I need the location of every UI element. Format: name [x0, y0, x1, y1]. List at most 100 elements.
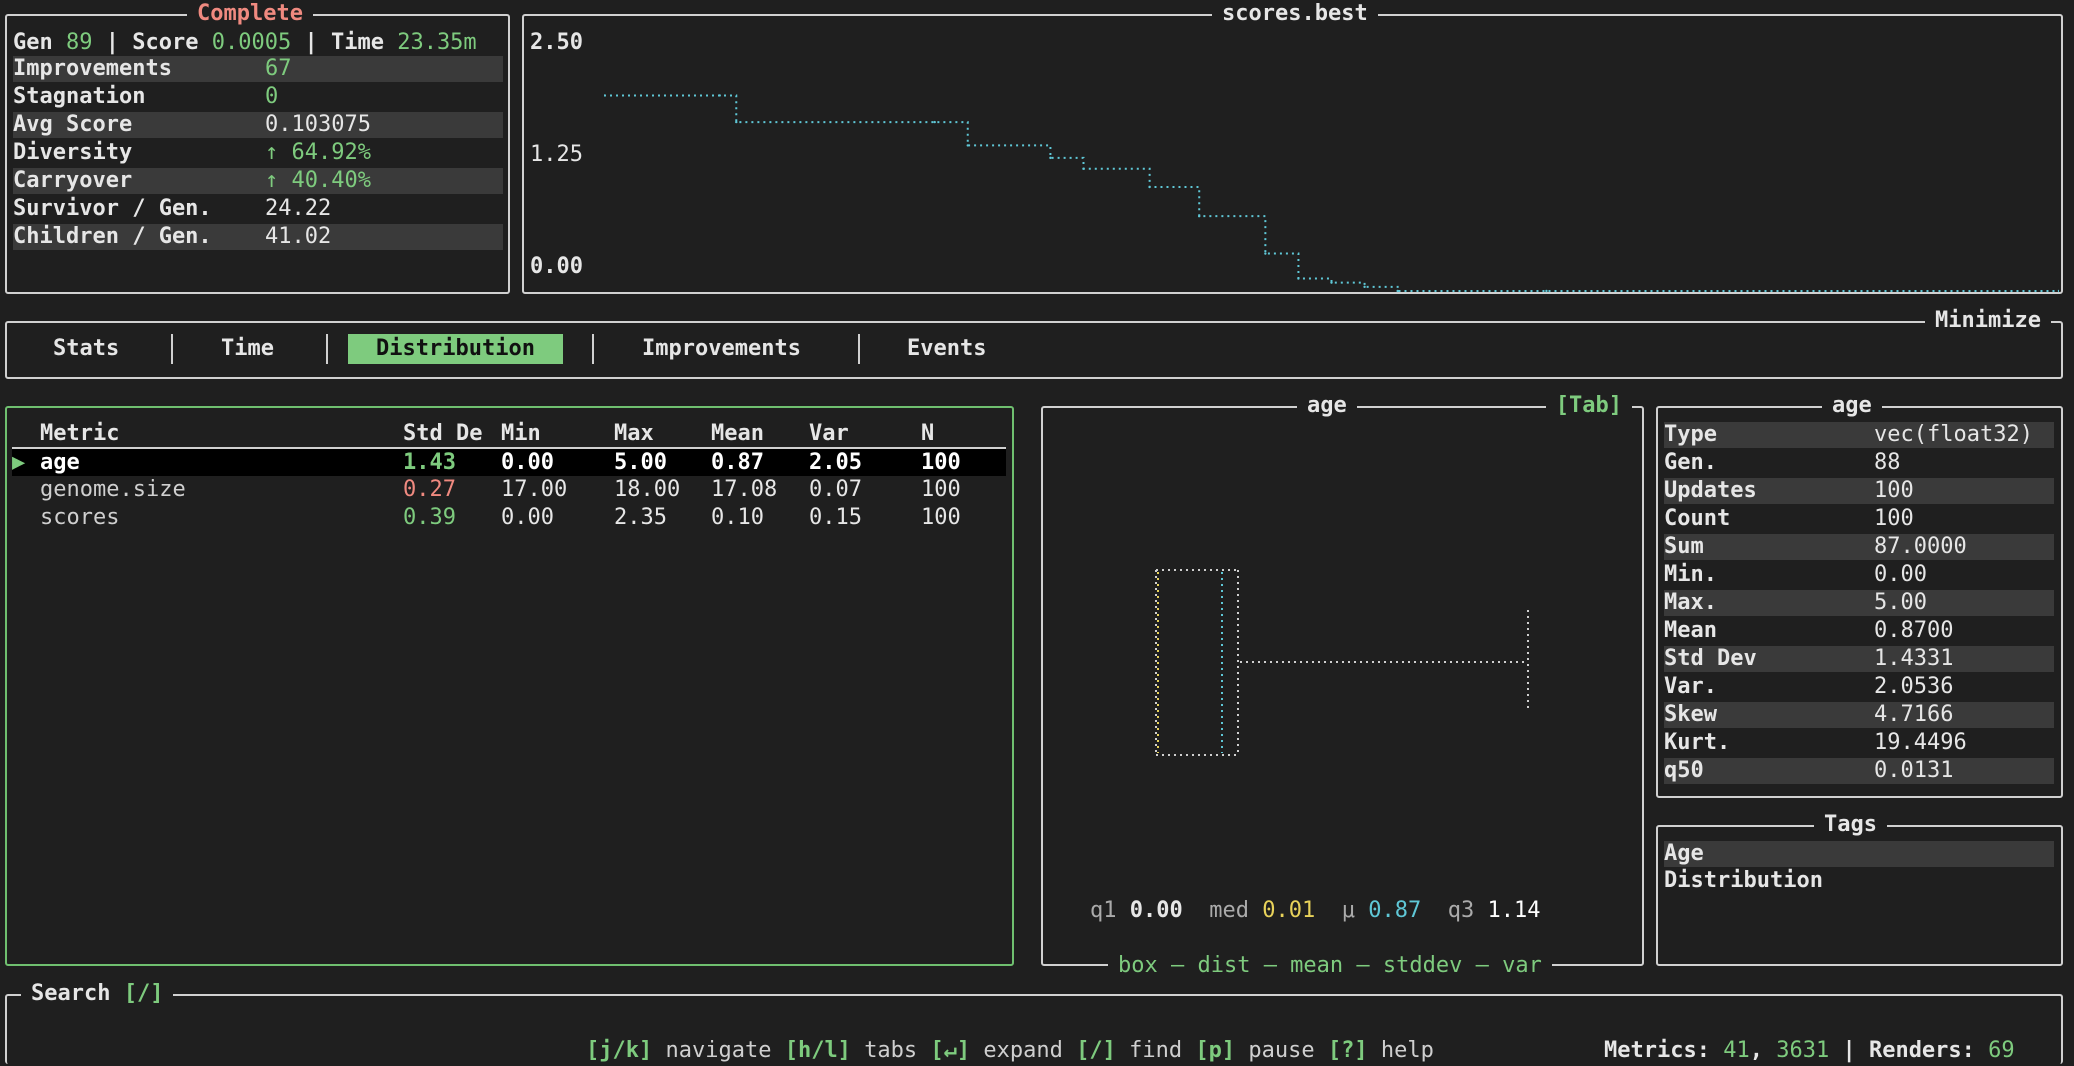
row-scores-name[interactable]: scores: [40, 505, 119, 531]
metrics-count-a: 41: [1723, 1038, 1750, 1063]
row-scores-max: 2.35: [614, 505, 667, 530]
selected-marker-icon: ▶: [12, 450, 26, 475]
key-hint-key: [/]: [1076, 1038, 1116, 1063]
gen-label: Gen: [13, 30, 53, 55]
row-scores-mean: 0.10: [711, 505, 764, 530]
detail-row: Count 100: [1664, 506, 2054, 532]
detail-row: Min. 0.00: [1664, 562, 2054, 588]
y-tick-mid: 1.25: [530, 142, 583, 167]
detail-value: 5.00: [1874, 590, 1927, 615]
detail-value: 1.4331: [1874, 646, 1954, 671]
tag-item[interactable]: Age: [1664, 841, 2054, 867]
data-point: [1545, 289, 1548, 293]
boxplot-title: age: [1297, 393, 1357, 419]
status-row-value: 0: [265, 84, 279, 109]
key-hint-action: help: [1380, 1038, 1434, 1063]
col-stddev[interactable]: Std De: [403, 421, 482, 447]
col-n[interactable]: N: [921, 421, 934, 447]
tag-item[interactable]: Distribution: [1664, 868, 1823, 894]
row-age-name[interactable]: age: [40, 450, 80, 476]
tab-time[interactable]: Time: [221, 334, 274, 364]
detail-label: Kurt.: [1664, 730, 1731, 755]
detail-label: Max.: [1664, 590, 1717, 615]
tab-events[interactable]: Events: [907, 334, 986, 364]
boxplot-mode-list[interactable]: box – dist – mean – stddev – var: [1118, 953, 1542, 978]
metrics-label: Metrics:: [1604, 1038, 1710, 1063]
gen-value: 89: [66, 30, 93, 55]
key-hint-action: find: [1129, 1038, 1183, 1063]
score-value: 0.0005: [211, 30, 292, 55]
tab-hint[interactable]: [Tab]: [1545, 393, 1632, 419]
row-genome-min: 17.00: [501, 477, 568, 502]
detail-row: Gen. 88: [1664, 450, 2054, 476]
detail-value: 0.0131: [1874, 758, 1954, 783]
key-hint-key: [h/l]: [784, 1038, 851, 1063]
key-hints: [j/k] navigate [h/l] tabs [↵] expand [/]…: [580, 1038, 1440, 1064]
boxplot-graphic: [1155, 569, 1529, 756]
col-max[interactable]: Max: [614, 421, 654, 447]
detail-label: Var.: [1664, 674, 1717, 699]
data-point: [1198, 214, 1201, 218]
mu-label: μ: [1341, 898, 1355, 923]
time-label: Time: [330, 30, 384, 55]
detail-label: Gen.: [1664, 450, 1717, 475]
boxplot-modes[interactable]: box – dist – mean – stddev – var: [1108, 953, 1552, 979]
key-hint-key: [p]: [1195, 1038, 1236, 1063]
render-stats: Metrics: 41, 3631 | Renders: 69: [1598, 1038, 2021, 1064]
y-tick-bottom: 0.00: [530, 254, 583, 279]
key-hint-action: pause: [1248, 1038, 1315, 1063]
data-point: [1297, 277, 1300, 280]
row-genome-mean: 17.08: [711, 477, 778, 502]
data-point: [966, 144, 969, 147]
tab-improvements[interactable]: Improvements: [642, 334, 801, 364]
detail-value: 100: [1874, 506, 1914, 531]
col-var[interactable]: Var: [809, 421, 849, 447]
detail-label: Count: [1664, 506, 1731, 531]
detail-value: 0.8700: [1874, 618, 1954, 643]
detail-value: 2.0536: [1874, 674, 1954, 699]
data-point: [2057, 289, 2059, 293]
row-age-max: 5.00: [614, 450, 667, 475]
detail-label: Updates: [1664, 478, 1757, 503]
minimize-button[interactable]: Minimize: [1925, 308, 2051, 334]
key-hint-action: navigate: [665, 1038, 772, 1063]
tab-stats[interactable]: Stats: [53, 334, 119, 364]
col-metric[interactable]: Metric: [40, 421, 119, 447]
data-point: [1396, 289, 1399, 293]
detail-row: Skew 4.7166: [1664, 702, 2054, 728]
data-point: [735, 120, 738, 124]
tags-title: Tags: [1814, 812, 1887, 838]
detail-label: Mean: [1664, 618, 1717, 643]
status-row-label: Stagnation: [13, 84, 146, 109]
data-point: [1049, 156, 1052, 160]
score-label: Score: [132, 30, 199, 55]
detail-value: 87.0000: [1874, 534, 1967, 559]
detail-label: q50: [1664, 758, 1704, 783]
detail-row: Kurt. 19.4496: [1664, 730, 2054, 756]
col-min[interactable]: Min: [501, 421, 541, 447]
series-line-scores-best: [604, 94, 2059, 292]
tab-separator: [171, 334, 173, 364]
renders-label: Renders:: [1868, 1038, 1975, 1063]
row-genome-name[interactable]: genome.size: [40, 477, 186, 503]
tab-distribution[interactable]: Distribution: [348, 334, 563, 364]
detail-label: Type: [1664, 422, 1717, 447]
search-label: Search [/]: [21, 981, 174, 1007]
status-row-label: Survivor / Gen.: [13, 196, 212, 221]
details-title: age: [1822, 393, 1882, 419]
detail-value: 0.00: [1874, 562, 1927, 587]
q1-value: 0.00: [1129, 898, 1183, 923]
data-point: [1082, 167, 1085, 170]
med-value: 0.01: [1262, 898, 1316, 923]
detail-value: 88: [1874, 450, 1901, 475]
status-row-value: 67: [265, 56, 292, 81]
status-row-value: ↑ 40.40%: [265, 168, 371, 193]
data-point: [1148, 185, 1151, 189]
key-hint-key: [j/k]: [586, 1038, 653, 1063]
row-scores-min: 0.00: [501, 505, 554, 530]
detail-row: Updates 100: [1664, 478, 2054, 504]
q3-label: q3: [1447, 898, 1475, 923]
col-mean[interactable]: Mean: [711, 421, 764, 447]
row-age-n: 100: [921, 450, 961, 475]
tags-panel: Tags Age Distribution: [1656, 812, 2063, 966]
